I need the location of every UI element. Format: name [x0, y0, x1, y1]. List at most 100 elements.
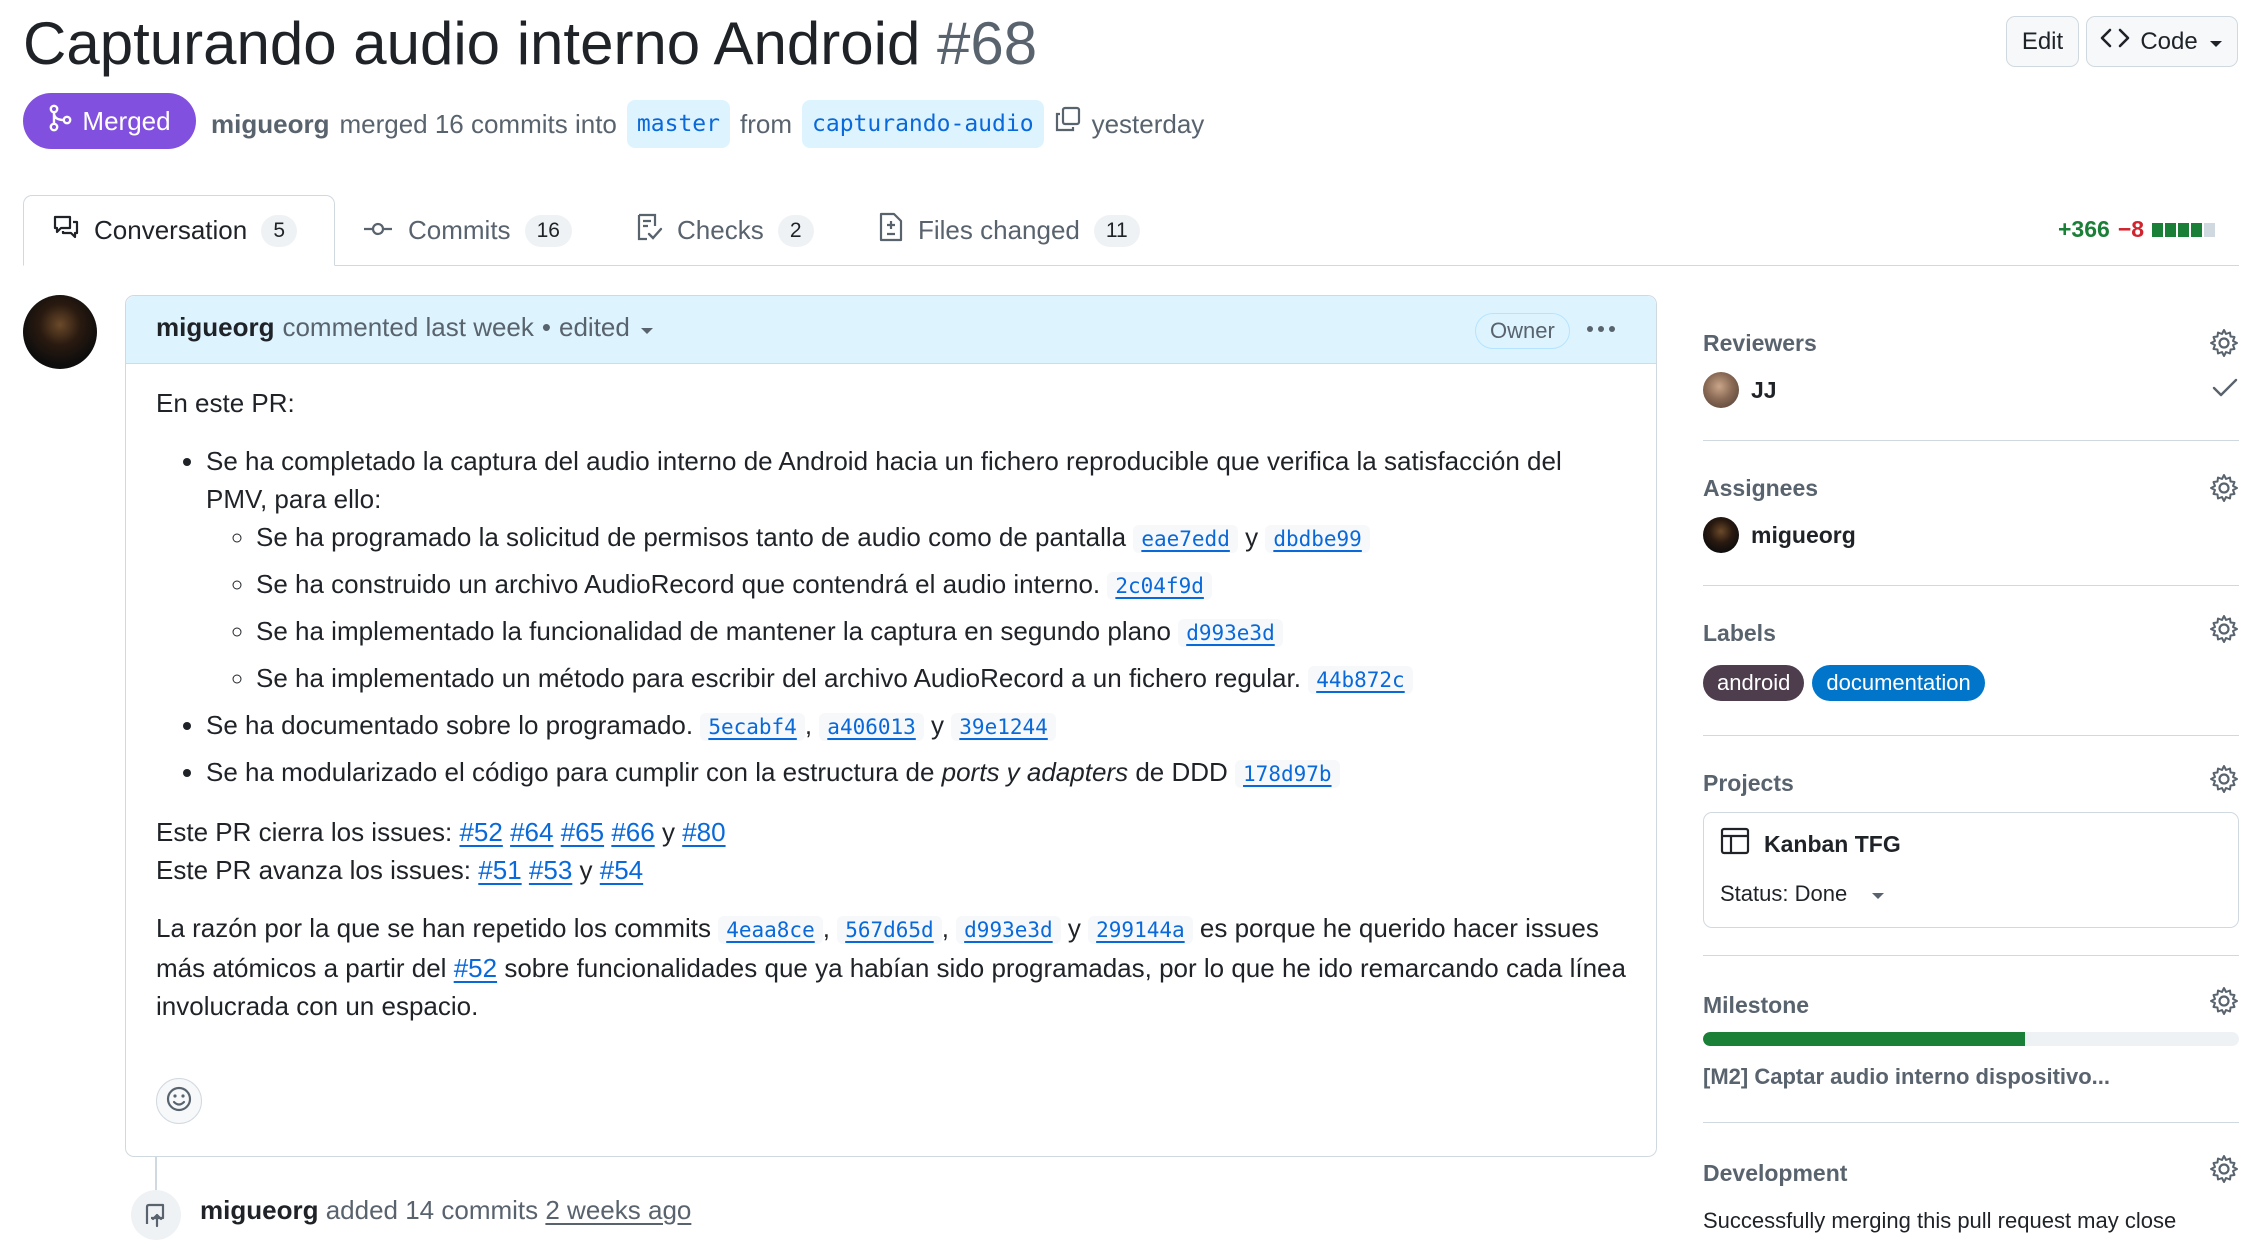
item-text: Se ha documentado sobre lo programado.	[206, 710, 694, 740]
head-branch[interactable]: capturando-audio	[802, 100, 1044, 148]
page-title: Capturando audio interno Android #68	[23, 8, 1037, 80]
gear-icon[interactable]	[2209, 328, 2239, 358]
conjunction: y	[1245, 522, 1259, 552]
diffstat-box	[2152, 223, 2164, 237]
issue-link[interactable]: #80	[682, 817, 725, 847]
tab-files-changed[interactable]: Files changed 11	[878, 195, 1140, 266]
gear-icon[interactable]	[2209, 1154, 2239, 1184]
list-item: Se ha documentado sobre lo programado. 5…	[206, 706, 1626, 746]
commit-link[interactable]: 4eaa8ce	[718, 916, 823, 944]
triangle-down-icon	[640, 312, 654, 343]
diffstat-box	[2165, 223, 2177, 237]
closes-text: Este PR cierra los issues:	[156, 817, 453, 847]
timeline-event: migueorg added 14 commits 2 weeks ago	[200, 1195, 691, 1226]
deletions-count: −8	[2117, 216, 2145, 242]
conjunction: y	[579, 855, 593, 885]
separator: •	[541, 312, 552, 342]
event-action: added 14 commits	[325, 1195, 539, 1225]
merge-author-link[interactable]: migueorg	[211, 103, 329, 145]
label-documentation[interactable]: documentation	[1812, 665, 1985, 701]
commit-link[interactable]: dbdbe99	[1265, 525, 1370, 553]
commit-link[interactable]: 567d65d	[837, 916, 942, 944]
conjunction: y	[661, 817, 675, 847]
table-icon	[1720, 827, 1750, 861]
reviewer-item[interactable]: JJ	[1703, 372, 1777, 408]
emphasis-text: ports y adapters	[941, 757, 1129, 787]
project-status-dropdown[interactable]: Status: Done	[1720, 881, 1885, 907]
sidebar-divider	[1703, 1122, 2239, 1123]
tab-commits[interactable]: Commits 16	[362, 195, 572, 266]
add-reaction-button[interactable]	[156, 1078, 202, 1124]
list-item: Se ha implementado un método para escrib…	[256, 659, 1626, 699]
code-button[interactable]: Code	[2086, 16, 2238, 67]
item-text: Se ha implementado la funcionalidad de m…	[256, 616, 1171, 646]
edit-button[interactable]: Edit	[2006, 16, 2079, 67]
issue-link[interactable]: #54	[600, 855, 643, 885]
commit-link[interactable]: 299144a	[1088, 916, 1193, 944]
gear-icon[interactable]	[2209, 764, 2239, 794]
reason-text: La razón por la que se han repetido los …	[156, 913, 711, 943]
issue-link[interactable]: #65	[561, 817, 604, 847]
commit-link[interactable]: 2c04f9d	[1107, 572, 1212, 600]
commit-link[interactable]: 5ecabf4	[700, 713, 805, 741]
labels-section: Labels android documentation	[1703, 610, 2239, 710]
edit-label: Edit	[2021, 27, 2064, 55]
gear-icon[interactable]	[2209, 614, 2239, 644]
issue-link[interactable]: #53	[529, 855, 572, 885]
event-author[interactable]: migueorg	[200, 1195, 318, 1225]
development-title[interactable]: Development	[1703, 1160, 1847, 1187]
diffstat-box	[2204, 223, 2216, 237]
labels-list: android documentation	[1703, 665, 1993, 701]
event-time-link[interactable]: 2 weeks ago	[545, 1195, 691, 1225]
diffstat-boxes	[2152, 216, 2217, 243]
repo-push-icon	[131, 1190, 181, 1240]
tab-checks[interactable]: Checks 2	[635, 195, 814, 266]
labels-title[interactable]: Labels	[1703, 620, 1776, 647]
issue-link[interactable]: #52	[454, 953, 497, 983]
avatar[interactable]	[23, 295, 97, 369]
issue-link[interactable]: #52	[459, 817, 502, 847]
owner-badge: Owner	[1475, 313, 1570, 349]
project-link[interactable]: Kanban TFG	[1720, 827, 1901, 861]
kebab-horizontal-icon[interactable]	[1578, 306, 1624, 352]
issue-link[interactable]: #66	[611, 817, 654, 847]
commit-link[interactable]: 39e1244	[951, 713, 1056, 741]
changes-list: Se ha completado la captura del audio in…	[206, 442, 1626, 793]
development-section: Development Successfully merging this pu…	[1703, 1150, 2239, 1240]
gear-icon[interactable]	[2209, 473, 2239, 503]
milestone-title[interactable]: Milestone	[1703, 992, 1809, 1019]
git-commit-icon	[362, 215, 394, 246]
tab-label: Commits	[408, 215, 511, 245]
item-text: Se ha modularizado el código para cumpli…	[206, 757, 935, 787]
assignee-item[interactable]: migueorg	[1703, 517, 1856, 553]
comment-author-link[interactable]: migueorg	[156, 312, 274, 343]
edited-dropdown[interactable]: edited	[559, 312, 654, 343]
issue-link[interactable]: #51	[478, 855, 521, 885]
label-android[interactable]: android	[1703, 665, 1805, 701]
milestone-name-link[interactable]: [M2] Captar audio interno dispositivo...	[1703, 1064, 2110, 1090]
commit-link[interactable]: 44b872c	[1308, 666, 1413, 694]
copy-icon[interactable]	[1054, 103, 1082, 145]
comment-action: commented last week	[282, 312, 534, 342]
projects-title[interactable]: Projects	[1703, 770, 1794, 797]
tab-conversation[interactable]: Conversation 5	[23, 195, 335, 266]
comment-meta: migueorg commented last week • edited	[156, 312, 654, 343]
sub-list: Se ha programado la solicitud de permiso…	[256, 518, 1626, 699]
commit-link[interactable]: a406013	[819, 713, 924, 741]
comment-discussion-icon	[52, 214, 80, 247]
code-icon	[2100, 26, 2130, 57]
commit-link[interactable]: 178d97b	[1235, 760, 1340, 788]
commit-link[interactable]: d993e3d	[956, 916, 1061, 944]
reviewers-title[interactable]: Reviewers	[1703, 330, 1817, 357]
development-text: Successfully merging this pull request m…	[1703, 1208, 2177, 1233]
assignees-title[interactable]: Assignees	[1703, 475, 1818, 502]
issue-link[interactable]: #64	[510, 817, 553, 847]
list-item: Se ha programado la solicitud de permiso…	[256, 518, 1626, 558]
milestone-progress-fill	[1703, 1032, 2025, 1046]
projects-section: Projects Kanban TFG Status: Done	[1703, 760, 2239, 930]
commit-link[interactable]: d993e3d	[1178, 619, 1283, 647]
sidebar-divider	[1703, 955, 2239, 956]
gear-icon[interactable]	[2209, 986, 2239, 1016]
base-branch[interactable]: master	[626, 100, 730, 148]
commit-link[interactable]: eae7edd	[1133, 525, 1238, 553]
